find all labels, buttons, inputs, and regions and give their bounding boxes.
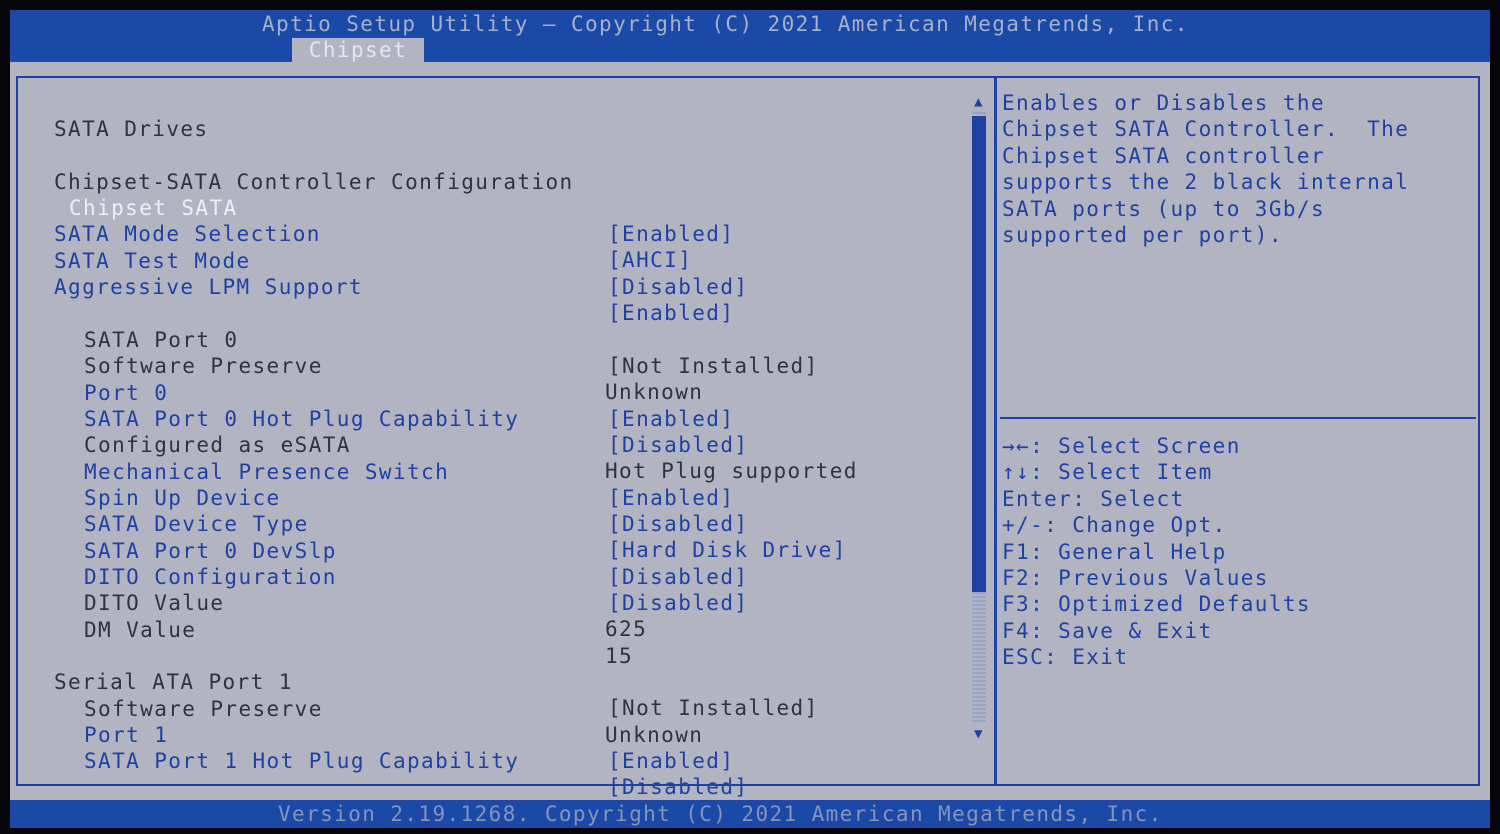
setting-value[interactable]: [Enabled] <box>608 748 734 774</box>
setting-row-dito-configuration[interactable]: DITO Configuration [Disabled] <box>10 538 747 615</box>
key-help-f1: F1: General Help <box>1002 539 1227 564</box>
setting-row-spin-up-device[interactable]: Spin Up Device [Disabled] <box>10 459 747 536</box>
section-title-row: SATA Drives <box>10 90 207 141</box>
tab-chipset[interactable]: Chipset <box>292 38 424 62</box>
key-help-f4: F4: Save & Exit <box>1002 618 1213 643</box>
setting-label: Mechanical Presence Switch <box>84 460 450 484</box>
setting-value[interactable]: [Hard Disk Drive] <box>608 537 847 563</box>
info-label: Configured as eSATA <box>84 433 351 457</box>
info-value: Unknown <box>605 380 704 404</box>
panel-divider-vertical <box>994 76 997 786</box>
setting-label: Spin Up Device <box>84 486 281 510</box>
setting-label: SATA Device Type <box>84 512 309 536</box>
info-value: 625 <box>605 617 648 641</box>
scrollbar-thumb[interactable] <box>972 116 986 592</box>
setting-value[interactable]: [AHCI] <box>608 247 692 273</box>
setting-row-chipset-sata[interactable]: Chipset SATA [Enabled] <box>10 169 733 246</box>
bios-screen: Aptio Setup Utility – Copyright (C) 2021… <box>10 10 1490 828</box>
key-help-change-opt: +/-: Change Opt. <box>1002 513 1227 538</box>
setting-value[interactable]: [Disabled] <box>608 564 748 590</box>
info-row-configured-as-esata: Configured as eSATA Hot Plug supported <box>10 406 856 483</box>
setting-row-sata-port-1-hot-plug[interactable]: SATA Port 1 Hot Plug Capability [Disable… <box>10 722 747 799</box>
key-help-select-screen: →←: Select Screen <box>1002 434 1241 458</box>
key-help-f2: F2: Previous Values <box>1002 565 1269 590</box>
setting-row-sata-device-type[interactable]: SATA Device Type [Hard Disk Drive] <box>10 485 845 562</box>
info-value: Unknown <box>605 723 704 747</box>
setting-value[interactable]: [Enabled] <box>608 300 734 326</box>
setting-row-mechanical-presence-switch[interactable]: Mechanical Presence Switch [Enabled] <box>10 433 733 510</box>
key-help-list: →←: Select Screen ↑↓: Select Item Enter:… <box>1002 433 1311 671</box>
info-value: [Not Installed] <box>608 696 819 720</box>
setting-value[interactable]: [Enabled] <box>608 406 734 432</box>
setting-row-sata-port-0-hot-plug[interactable]: SATA Port 0 Hot Plug Capability [Disable… <box>10 380 747 457</box>
version-footer: Version 2.19.1268. Copyright (C) 2021 Am… <box>278 802 1163 826</box>
setting-value[interactable]: [Disabled] <box>608 511 748 537</box>
item-help-text: Enables or Disables the Chipset SATA Con… <box>1002 91 1410 248</box>
info-value: Hot Plug supported <box>605 459 858 483</box>
setting-value[interactable]: [Enabled] <box>608 221 734 247</box>
section-title: SATA Drives <box>54 117 209 141</box>
setting-label: Aggressive LPM Support <box>54 275 363 299</box>
setting-row-sata-test-mode[interactable]: SATA Test Mode [Disabled] <box>10 222 747 299</box>
info-row-dito-value: DITO Value 625 <box>10 564 646 641</box>
info-row-dm-value: DM Value 15 <box>10 591 632 668</box>
setting-label: Chipset SATA <box>69 196 238 220</box>
setting-row-sata-port-0-devslp[interactable]: SATA Port 0 DevSlp [Disabled] <box>10 512 747 589</box>
info-value: [Not Installed] <box>608 354 819 378</box>
info-value: 15 <box>605 644 634 668</box>
info-row-software-preserve: Software Preserve Unknown <box>10 327 702 404</box>
key-help-select-item: ↑↓: Select Item <box>1002 460 1213 485</box>
setting-value[interactable]: [Disabled] <box>608 432 748 458</box>
scroll-down-arrow-icon[interactable]: ▼ <box>970 726 988 742</box>
setting-label: DITO Configuration <box>84 565 337 589</box>
info-row-sata-port-0: SATA Port 0 [Not Installed] <box>10 301 817 378</box>
setting-label: SATA Port 0 Hot Plug Capability <box>84 407 520 431</box>
setting-row-port-0[interactable]: Port 0 [Enabled] <box>10 354 733 431</box>
info-label: SATA Port 0 <box>84 328 239 352</box>
group-title-row: Chipset-SATA Controller Configuration <box>10 143 572 194</box>
setting-label: SATA Port 0 DevSlp <box>84 539 337 563</box>
setting-label: Port 1 <box>84 723 169 747</box>
setting-value[interactable]: [Disabled] <box>608 274 748 300</box>
setting-label: SATA Mode Selection <box>54 222 321 246</box>
setting-value[interactable]: [Enabled] <box>608 485 734 511</box>
key-help-enter: Enter: Select <box>1002 486 1185 511</box>
setting-row-port-1[interactable]: Port 1 [Enabled] <box>10 696 733 773</box>
setting-label: Port 0 <box>84 381 169 405</box>
scroll-up-arrow-icon[interactable]: ▲ <box>970 94 988 110</box>
info-label: DITO Value <box>84 591 225 615</box>
group-title: Chipset-SATA Controller Configuration <box>54 170 574 194</box>
info-label: Serial ATA Port 1 <box>54 670 293 694</box>
key-help-f3: F3: Optimized Defaults <box>1002 592 1311 617</box>
setting-row-sata-mode-selection[interactable]: SATA Mode Selection [AHCI] <box>10 195 691 272</box>
setup-title: Aptio Setup Utility – Copyright (C) 2021… <box>262 12 1189 36</box>
info-row-software-preserve-1: Software Preserve Unknown <box>10 670 702 747</box>
key-help-esc: ESC: Exit <box>1002 645 1129 670</box>
setting-value[interactable]: [Disabled] <box>608 774 748 800</box>
info-label: DM Value <box>84 618 197 642</box>
info-row-serial-ata-port-1: Serial ATA Port 1 [Not Installed] <box>10 643 817 720</box>
info-label: Software Preserve <box>84 354 323 378</box>
panel-divider-horizontal <box>1000 417 1476 419</box>
setting-label: SATA Port 1 Hot Plug Capability <box>84 749 520 773</box>
setting-row-aggressive-lpm-support[interactable]: Aggressive LPM Support [Enabled] <box>10 248 733 325</box>
info-label: Software Preserve <box>84 697 323 721</box>
setting-value[interactable]: [Disabled] <box>608 590 748 616</box>
setting-label: SATA Test Mode <box>54 249 251 273</box>
